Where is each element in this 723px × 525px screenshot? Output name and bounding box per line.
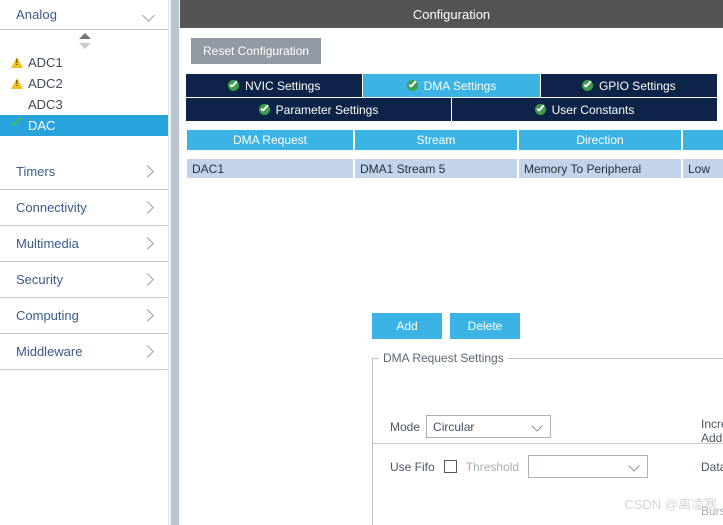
settings-divider bbox=[373, 443, 723, 444]
sidebar-item-middleware[interactable]: Middleware bbox=[0, 334, 168, 370]
table-header-priority[interactable] bbox=[683, 130, 723, 150]
sidebar-peripheral-tree: ADC1 ADC2 ADC3 DAC bbox=[0, 52, 168, 136]
table-cell-stream: DMA1 Stream 5 bbox=[355, 159, 517, 178]
panel-toolbar: Reset Configuration bbox=[180, 28, 723, 74]
sidebar-category-label: Analog bbox=[16, 7, 58, 22]
chevron-right-icon bbox=[140, 201, 154, 215]
sidebar-group-label: Multimedia bbox=[16, 236, 79, 251]
sidebar-item-multimedia[interactable]: Multimedia bbox=[0, 226, 168, 262]
mode-label: Mode bbox=[390, 419, 421, 434]
sidebar-item-timers[interactable]: Timers bbox=[0, 154, 168, 190]
tab-label: Parameter Settings bbox=[275, 102, 379, 117]
chevron-right-icon bbox=[140, 273, 154, 287]
sidebar-item-label: ADC2 bbox=[28, 76, 63, 91]
table-header-dma-request[interactable]: DMA Request bbox=[187, 130, 353, 150]
dma-request-table: DMA Request Stream Direction DAC1 DMA1 S… bbox=[180, 130, 723, 178]
sidebar-category-analog[interactable]: Analog bbox=[0, 0, 168, 30]
table-header-stream[interactable]: Stream bbox=[355, 130, 517, 150]
group-body: Peripheral Mode Circular Increment Addre… bbox=[373, 359, 723, 525]
chevron-right-icon bbox=[140, 165, 154, 179]
dma-request-settings-group: DMA Request Settings Peripheral Mode Cir… bbox=[372, 351, 723, 525]
tab-label: NVIC Settings bbox=[244, 78, 321, 93]
sidebar-item-computing[interactable]: Computing bbox=[0, 298, 168, 334]
chevron-right-icon bbox=[140, 345, 154, 359]
increment-address-label: Increment Address bbox=[701, 417, 723, 445]
tab-row-1: NVIC Settings DMA Settings GPIO Settings bbox=[186, 74, 717, 97]
sidebar-group-label: Security bbox=[16, 272, 63, 287]
sidebar-item-label: ADC3 bbox=[28, 97, 63, 112]
chevron-right-icon bbox=[140, 309, 154, 323]
mode-select[interactable]: Circular bbox=[426, 415, 552, 438]
sidebar-item-dac[interactable]: DAC bbox=[0, 115, 168, 136]
tab-user-constants[interactable]: User Constants bbox=[452, 98, 717, 121]
sidebar-group-label: Middleware bbox=[16, 344, 83, 359]
sidebar-item-adc1[interactable]: ADC1 bbox=[0, 52, 168, 73]
mode-value: Circular bbox=[433, 419, 475, 434]
table-cell-direction: Memory To Peripheral bbox=[519, 159, 681, 178]
burst-size-label: Burst Size bbox=[701, 503, 723, 518]
increment-address-row: Increment Address bbox=[701, 417, 723, 445]
sidebar-group-label: Computing bbox=[16, 308, 79, 323]
sidebar-item-security[interactable]: Security bbox=[0, 262, 168, 298]
chevron-down-icon bbox=[531, 420, 544, 433]
tab-nvic-settings[interactable]: NVIC Settings bbox=[186, 74, 363, 97]
check-circle-icon bbox=[581, 80, 593, 91]
tab-dma-settings[interactable]: DMA Settings bbox=[363, 74, 540, 97]
sidebar-group-label: Timers bbox=[16, 164, 56, 179]
table-header-direction[interactable]: Direction bbox=[519, 130, 681, 150]
use-fifo-label: Use Fifo bbox=[390, 459, 435, 474]
sidebar-item-label: DAC bbox=[28, 118, 56, 133]
tab-parameter-settings[interactable]: Parameter Settings bbox=[186, 98, 451, 121]
fifo-row: Use Fifo Threshold bbox=[390, 455, 649, 478]
sidebar-item-label: ADC1 bbox=[28, 55, 63, 70]
burst-size-row: Burst Size bbox=[701, 499, 723, 522]
add-button[interactable]: Add bbox=[372, 313, 442, 339]
configuration-panel: Configuration Reset Configuration NVIC S… bbox=[180, 0, 723, 525]
panel-splitter[interactable] bbox=[168, 0, 180, 525]
threshold-label: Threshold bbox=[465, 459, 520, 474]
tab-label: User Constants bbox=[551, 102, 635, 117]
sidebar-item-connectivity[interactable]: Connectivity bbox=[0, 190, 168, 226]
sidebar-group-label: Connectivity bbox=[16, 200, 87, 215]
tab-label: GPIO Settings bbox=[598, 78, 676, 93]
tab-label: DMA Settings bbox=[423, 78, 497, 93]
chevron-right-icon bbox=[140, 237, 154, 251]
table-cell-dma-request: DAC1 bbox=[187, 159, 353, 178]
check-circle-icon bbox=[406, 80, 418, 91]
delete-button[interactable]: Delete bbox=[450, 313, 520, 339]
sidebar-item-adc3[interactable]: ADC3 bbox=[0, 94, 168, 115]
panel-title: Configuration bbox=[180, 0, 723, 28]
table-actions: Add Delete bbox=[372, 313, 520, 339]
settings-tabs: NVIC Settings DMA Settings GPIO Settings… bbox=[180, 74, 723, 121]
tab-gpio-settings[interactable]: GPIO Settings bbox=[540, 74, 717, 97]
warning-icon bbox=[8, 76, 28, 92]
check-circle-icon bbox=[227, 80, 239, 91]
check-circle-icon bbox=[258, 104, 270, 115]
chevron-down-icon bbox=[628, 460, 641, 473]
component-sidebar: Analog ADC1 ADC2 ADC3 DAC bbox=[0, 0, 168, 525]
sidebar-group-list: Timers Connectivity Multimedia Security … bbox=[0, 154, 168, 370]
blank-icon bbox=[8, 97, 28, 113]
table-cell-priority: Low bbox=[683, 159, 723, 178]
check-icon bbox=[8, 118, 28, 134]
table-header-row: DMA Request Stream Direction bbox=[187, 130, 723, 150]
chevron-down-icon[interactable] bbox=[142, 8, 156, 22]
sidebar-scroll-indicator[interactable] bbox=[0, 30, 168, 52]
scroll-up-down-icon[interactable] bbox=[78, 33, 91, 49]
app-window: Analog ADC1 ADC2 ADC3 DAC bbox=[0, 0, 723, 525]
tab-row-2: Parameter Settings User Constants bbox=[186, 98, 717, 121]
data-width-row: Data Width Half Word bbox=[701, 455, 723, 478]
data-width-label: Data Width bbox=[701, 459, 723, 474]
sidebar-item-adc2[interactable]: ADC2 bbox=[0, 73, 168, 94]
use-fifo-checkbox[interactable] bbox=[443, 460, 457, 473]
threshold-select[interactable] bbox=[528, 455, 649, 478]
warning-icon bbox=[8, 55, 28, 71]
check-circle-icon bbox=[534, 104, 546, 115]
table-row[interactable]: DAC1 DMA1 Stream 5 Memory To Peripheral … bbox=[187, 159, 723, 178]
reset-configuration-button[interactable]: Reset Configuration bbox=[191, 38, 322, 64]
mode-field-row: Mode Circular bbox=[390, 415, 552, 438]
